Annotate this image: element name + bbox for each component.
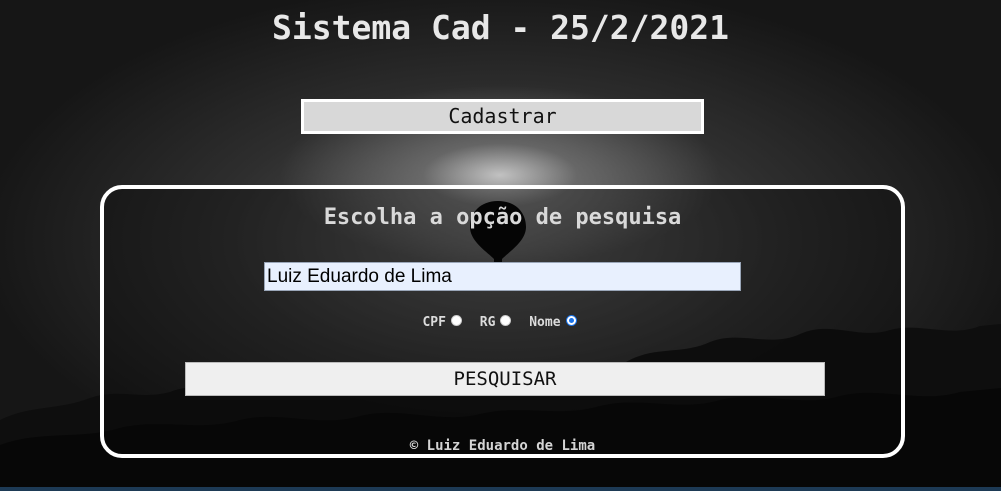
search-options-heading: Escolha a opção de pesquisa [323, 205, 682, 230]
rg-radio[interactable] [500, 315, 512, 326]
nome-radio[interactable] [565, 315, 577, 326]
search-input[interactable] [264, 262, 741, 291]
page-title: Sistema Cad - 25/2/2021 [272, 8, 729, 47]
option-nome: Nome [529, 315, 582, 330]
option-cpf-label: CPF [422, 315, 446, 330]
cpf-radio[interactable] [450, 315, 462, 326]
option-rg: RG [480, 315, 518, 330]
register-button[interactable]: Cadastrar [301, 99, 704, 134]
option-cpf: CPF [422, 315, 467, 330]
footer-copyright: © Luiz Eduardo de Lima [409, 438, 596, 454]
bottom-strip [0, 487, 1001, 491]
search-button[interactable]: PESQUISAR [185, 362, 825, 396]
search-panel: Escolha a opção de pesquisa CPF RG Nome … [100, 185, 905, 458]
option-rg-label: RG [479, 315, 496, 330]
option-nome-label: Nome [529, 315, 561, 330]
search-type-options: CPF RG Nome [104, 315, 901, 330]
